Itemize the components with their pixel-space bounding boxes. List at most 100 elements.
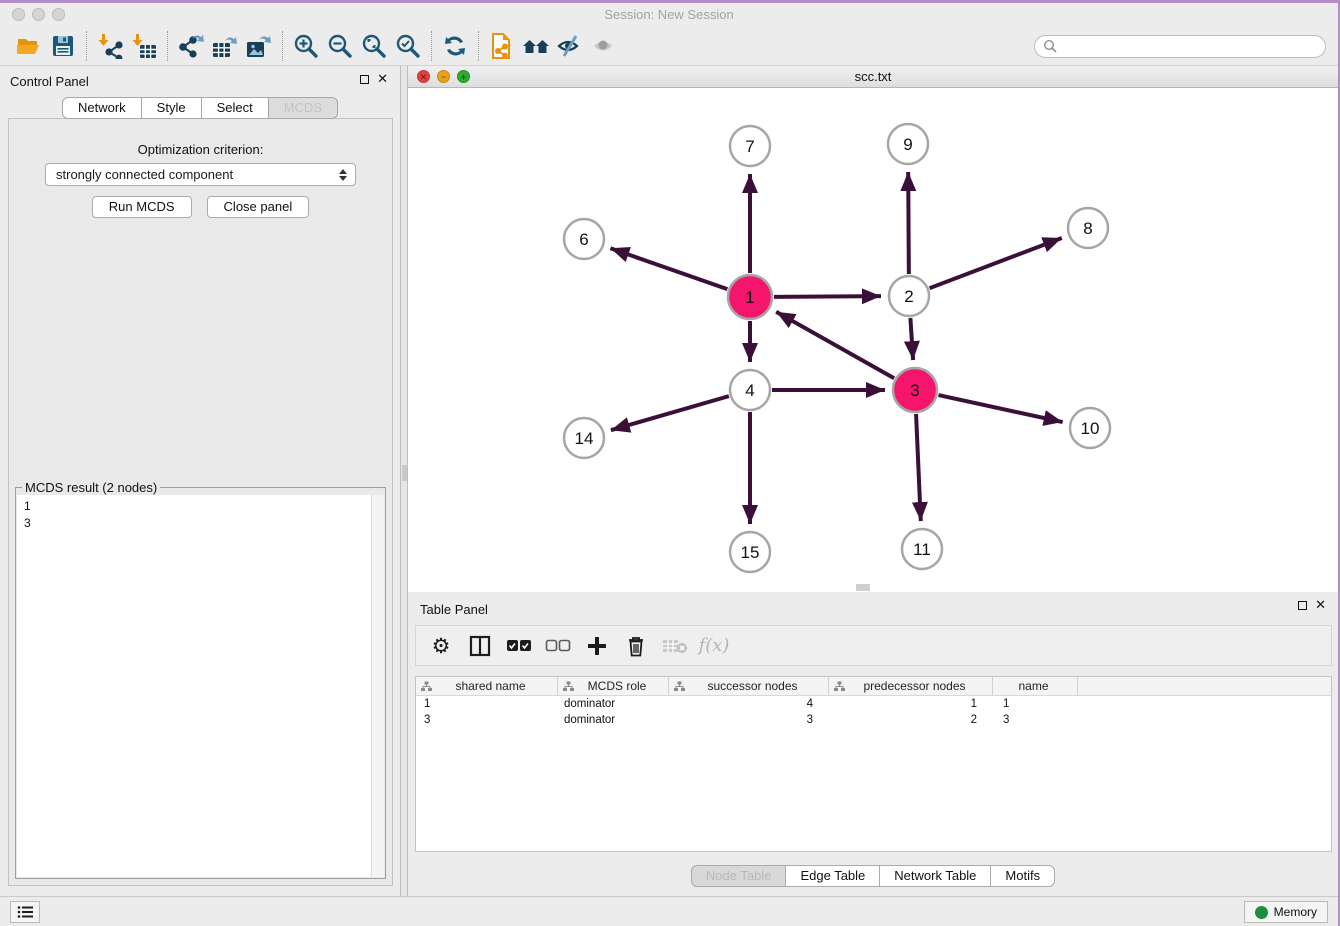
edge-3-11[interactable] — [916, 414, 921, 521]
clone-network-button[interactable] — [485, 31, 519, 61]
tab-node-table[interactable]: Node Table — [691, 865, 787, 887]
show-selected-button[interactable] — [587, 31, 621, 61]
open-session-button[interactable] — [12, 31, 46, 61]
zoom-in-button[interactable] — [289, 31, 323, 61]
result-scrollbar[interactable] — [371, 495, 384, 877]
export-network-button[interactable] — [174, 31, 208, 61]
tab-network-table[interactable]: Network Table — [880, 865, 991, 887]
graph-node-6[interactable]: 6 — [564, 219, 604, 259]
network-canvas[interactable]: 7 9 6 8 1 2 4 3 14 10 15 11 — [408, 88, 1338, 592]
graph-node-15[interactable]: 15 — [730, 532, 770, 572]
edge-3-10[interactable] — [938, 395, 1062, 422]
memory-button[interactable]: Memory — [1244, 901, 1328, 923]
delete-column-icon — [626, 635, 646, 657]
column-header-name[interactable]: name — [993, 677, 1078, 695]
search-input[interactable] — [1062, 39, 1317, 53]
save-session-icon — [51, 34, 75, 58]
cell-name[interactable]: 1 — [993, 696, 1078, 712]
graph-node-4[interactable]: 4 — [730, 370, 770, 410]
float-table-panel-icon[interactable] — [1298, 601, 1307, 610]
zoom-fit-button[interactable] — [357, 31, 391, 61]
import-network-button[interactable] — [93, 31, 127, 61]
edge-3-1[interactable] — [776, 312, 894, 378]
graph-node-11[interactable]: 11 — [902, 529, 942, 569]
cell-shared-name[interactable]: 3 — [416, 712, 558, 728]
edge-2-3[interactable] — [910, 318, 913, 360]
cell-successor-nodes[interactable]: 4 — [669, 696, 829, 712]
tab-style[interactable]: Style — [142, 97, 202, 119]
cell-shared-name[interactable]: 1 — [416, 696, 558, 712]
table-row[interactable]: 3dominator323 — [416, 712, 1331, 728]
criterion-select[interactable]: strongly connected component — [45, 163, 356, 186]
export-table-button[interactable] — [208, 31, 242, 61]
graph-node-3[interactable]: 3 — [893, 368, 937, 412]
column-header-shared-name[interactable]: shared name — [416, 677, 558, 695]
close-table-panel-icon[interactable]: ✕ — [1315, 600, 1326, 610]
graph-node-2[interactable]: 2 — [889, 276, 929, 316]
tab-motifs[interactable]: Motifs — [991, 865, 1055, 887]
cell-predecessor-nodes[interactable]: 2 — [829, 712, 993, 728]
table-row[interactable]: 1dominator411 — [416, 696, 1331, 712]
cell-successor-nodes[interactable]: 3 — [669, 712, 829, 728]
toolbar-separator — [478, 31, 479, 61]
zoom-out-button[interactable] — [323, 31, 357, 61]
apply-layout-button[interactable] — [438, 31, 472, 61]
column-header-predecessor-nodes[interactable]: predecessor nodes — [829, 677, 993, 695]
save-session-button[interactable] — [46, 31, 80, 61]
tab-mcds[interactable]: MCDS — [269, 97, 338, 119]
import-network-icon — [97, 33, 123, 59]
close-panel-button[interactable]: Close panel — [207, 196, 310, 218]
graph-node-9[interactable]: 9 — [888, 124, 928, 164]
panel-splitter[interactable] — [400, 66, 408, 896]
function-builder-button[interactable]: f(x) — [699, 631, 729, 661]
show-columns-button[interactable] — [465, 631, 495, 661]
select-all-rows-button[interactable] — [504, 631, 534, 661]
add-column-button[interactable] — [582, 631, 612, 661]
graph-node-8[interactable]: 8 — [1068, 208, 1108, 248]
graph-node-7[interactable]: 7 — [730, 126, 770, 166]
edge-1-6[interactable] — [610, 248, 727, 289]
deselect-all-rows-button[interactable] — [543, 631, 573, 661]
mcds-result-area[interactable]: 1 3 — [17, 495, 384, 877]
show-all-networks-button[interactable] — [519, 31, 553, 61]
edge-1-2[interactable] — [774, 296, 881, 297]
cell-MCDS-role[interactable]: dominator — [558, 712, 669, 728]
graph-node-10[interactable]: 10 — [1070, 408, 1110, 448]
close-panel-icon[interactable]: ✕ — [377, 74, 388, 84]
horizontal-splitter-grip[interactable] — [856, 584, 870, 591]
column-header-MCDS-role[interactable]: MCDS role — [558, 677, 669, 695]
cell-MCDS-role[interactable]: dominator — [558, 696, 669, 712]
table-options-button[interactable]: ⚙ — [426, 631, 456, 661]
splitter-grip[interactable] — [402, 465, 407, 481]
edge-2-8[interactable] — [930, 238, 1062, 288]
delete-table-button[interactable] — [660, 631, 690, 661]
cell-name[interactable]: 3 — [993, 712, 1078, 728]
column-header-successor-nodes[interactable]: successor nodes — [669, 677, 829, 695]
run-mcds-button[interactable]: Run MCDS — [92, 196, 192, 218]
export-network-icon — [177, 33, 205, 59]
export-table-icon — [211, 33, 239, 59]
tab-network[interactable]: Network — [62, 97, 142, 119]
edge-2-9[interactable] — [908, 172, 909, 274]
network-titlebar[interactable]: ✕ − + scc.txt — [408, 66, 1338, 88]
function-builder-icon: f(x) — [699, 635, 730, 656]
hide-selected-button[interactable] — [553, 31, 587, 61]
export-image-icon — [245, 33, 273, 59]
control-panel-title: Control Panel — [10, 74, 89, 89]
float-panel-icon[interactable] — [360, 75, 369, 84]
import-table-button[interactable] — [127, 31, 161, 61]
cell-predecessor-nodes[interactable]: 1 — [829, 696, 993, 712]
delete-column-button[interactable] — [621, 631, 651, 661]
column-type-icon — [834, 681, 845, 692]
tab-select[interactable]: Select — [202, 97, 269, 119]
edge-4-14[interactable] — [611, 396, 729, 430]
graph-node-14[interactable]: 14 — [564, 418, 604, 458]
node-label-1: 1 — [745, 288, 754, 307]
export-image-button[interactable] — [242, 31, 276, 61]
graph-node-1[interactable]: 1 — [728, 275, 772, 319]
task-history-button[interactable] — [10, 901, 40, 923]
tab-edge-table[interactable]: Edge Table — [786, 865, 880, 887]
status-bar: Memory — [0, 896, 1338, 926]
show-selected-icon — [590, 34, 618, 58]
zoom-selected-button[interactable] — [391, 31, 425, 61]
